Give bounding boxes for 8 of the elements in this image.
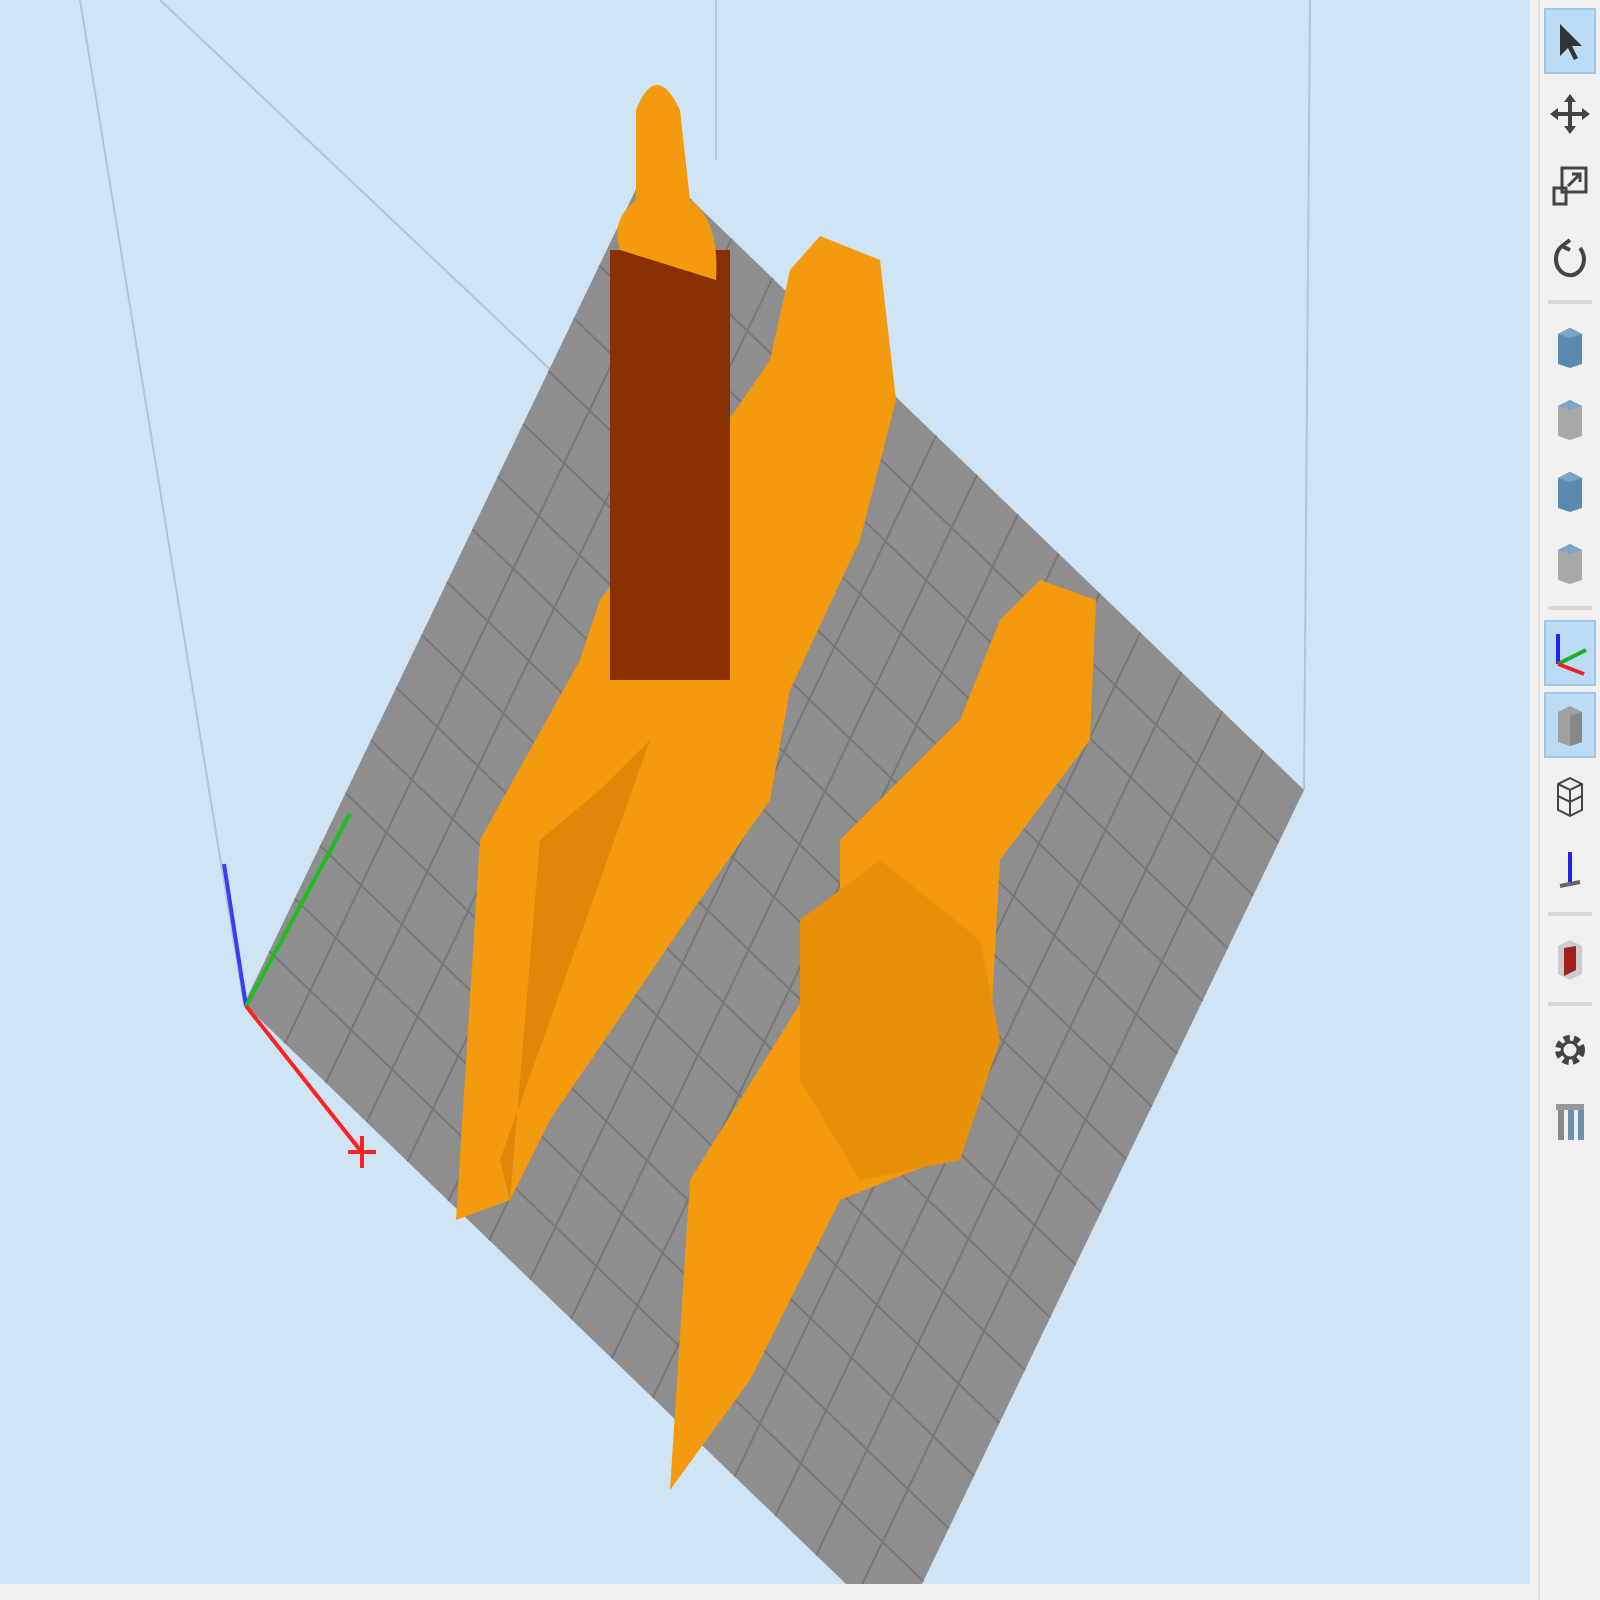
scale-icon <box>1550 163 1591 207</box>
move-arrows-icon <box>1550 91 1591 135</box>
axes-icon-button[interactable] <box>1544 620 1597 686</box>
pointer-icon-button[interactable] <box>1544 8 1597 74</box>
axes-icon <box>1550 631 1591 675</box>
3d-model-drawing[interactable] <box>456 85 1096 1490</box>
3d-viewport[interactable] <box>0 0 1531 1584</box>
rotate-icon <box>1550 235 1591 279</box>
